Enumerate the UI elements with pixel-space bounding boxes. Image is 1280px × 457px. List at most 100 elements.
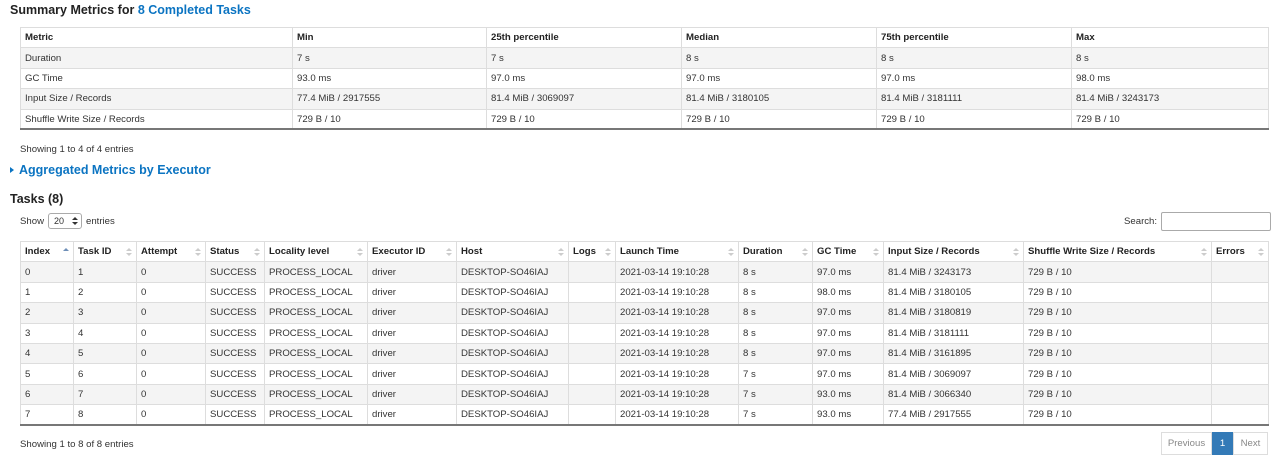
page-1-button[interactable]: 1: [1212, 432, 1233, 455]
task-cell-input-size-records: 81.4 MiB / 3069097: [883, 363, 1024, 385]
completed-tasks-link[interactable]: 8 Completed Tasks: [138, 3, 251, 17]
task-cell-shuffle-write-size-records: 729 B / 10: [1023, 342, 1212, 365]
tasks-col-status[interactable]: Status: [205, 240, 265, 263]
task-cell-errors: [1211, 281, 1269, 304]
task-cell-duration: 8 s: [738, 302, 813, 324]
task-cell-host: DESKTOP-SO46IAJ: [456, 404, 569, 427]
sort-both-icon: [1013, 248, 1019, 256]
summary-col-25th-percentile: 25th percentile: [486, 26, 682, 49]
task-cell-host: DESKTOP-SO46IAJ: [456, 363, 569, 385]
task-cell-duration: 8 s: [738, 261, 813, 283]
task-cell-executor-id: driver: [367, 302, 457, 324]
column-label: Duration: [743, 246, 783, 258]
sort-both-icon: [1201, 248, 1207, 256]
task-cell-launch-time: 2021-03-14 19:10:28: [615, 383, 739, 406]
column-label: Status: [210, 246, 240, 258]
sort-both-icon: [446, 248, 452, 256]
table-row: 6 7 0 SUCCESS PROCESS_LOCAL driver DESKTOP-SO4…: [20, 383, 1269, 406]
previous-page-button[interactable]: Previous: [1161, 432, 1212, 455]
task-cell-attempt: 0: [136, 302, 206, 324]
task-cell-task-id: 5: [73, 342, 137, 365]
summary-cell: 81.4 MiB / 3243173: [1071, 88, 1269, 110]
task-cell-status: SUCCESS: [205, 281, 265, 304]
tasks-col-index[interactable]: Index: [20, 240, 74, 263]
task-cell-gc-time: 97.0 ms: [812, 261, 884, 283]
column-label: Input Size / Records: [888, 246, 980, 258]
table-row: 7 8 0 SUCCESS PROCESS_LOCAL driver DESKTOP-SO4…: [20, 404, 1269, 427]
sort-ascending-icon: [63, 248, 69, 251]
tasks-col-attempt[interactable]: Attempt: [136, 240, 206, 263]
tasks-table-body: 0 1 0 SUCCESS PROCESS_LOCAL driver DESKTOP-SO4…: [20, 261, 1269, 427]
summary-row: Shuffle Write Size / Records 729 B / 10 72…: [20, 108, 1269, 131]
column-label: Shuffle Write Size / Records: [1028, 246, 1156, 258]
tasks-col-gc-time[interactable]: GC Time: [812, 240, 884, 263]
search-control: Search:: [1124, 212, 1272, 231]
task-cell-host: DESKTOP-SO46IAJ: [456, 383, 569, 406]
column-label: Launch Time: [620, 246, 679, 258]
tasks-col-locality-level[interactable]: Locality level: [264, 240, 368, 263]
tasks-col-duration[interactable]: Duration: [738, 240, 813, 263]
task-cell-executor-id: driver: [367, 261, 457, 283]
search-input[interactable]: [1161, 212, 1272, 231]
task-cell-executor-id: driver: [367, 342, 457, 365]
tasks-table: Index Task ID Attempt Status Locality level E…: [20, 240, 1269, 427]
task-cell-gc-time: 97.0 ms: [812, 322, 884, 344]
task-cell-shuffle-write-size-records: 729 B / 10: [1023, 363, 1212, 385]
task-cell-host: DESKTOP-SO46IAJ: [456, 342, 569, 365]
task-cell-shuffle-write-size-records: 729 B / 10: [1023, 281, 1212, 304]
column-label: Executor ID: [372, 246, 426, 258]
tasks-col-executor-id[interactable]: Executor ID: [367, 240, 457, 263]
tasks-col-input-size-records[interactable]: Input Size / Records: [883, 240, 1024, 263]
task-cell-host: DESKTOP-SO46IAJ: [456, 322, 569, 344]
task-cell-gc-time: 93.0 ms: [812, 404, 884, 427]
summary-cell: 729 B / 10: [486, 108, 682, 131]
task-cell-shuffle-write-size-records: 729 B / 10: [1023, 383, 1212, 406]
page-size-select[interactable]: 20: [48, 213, 82, 229]
summary-cell: Duration: [20, 47, 293, 69]
summary-col-75th-percentile: 75th percentile: [876, 26, 1072, 49]
task-cell-task-id: 2: [73, 281, 137, 304]
sort-both-icon: [728, 248, 734, 256]
task-cell-input-size-records: 81.4 MiB / 3180819: [883, 302, 1024, 324]
aggregated-metrics-label: Aggregated Metrics by Executor: [19, 163, 211, 177]
summary-header-row: Metric Min 25th percentile Median 75th perce…: [20, 26, 1269, 49]
stepper-arrows-icon: [72, 217, 78, 225]
column-label: Logs: [573, 246, 596, 258]
task-cell-launch-time: 2021-03-14 19:10:28: [615, 281, 739, 304]
tasks-col-errors[interactable]: Errors: [1211, 240, 1269, 263]
summary-entries-info: Showing 1 to 4 of 4 entries: [20, 144, 134, 155]
column-label: Task ID: [78, 246, 112, 258]
task-cell-index: 2: [20, 302, 74, 324]
task-cell-launch-time: 2021-03-14 19:10:28: [615, 363, 739, 385]
task-cell-task-id: 1: [73, 261, 137, 283]
task-cell-duration: 8 s: [738, 342, 813, 365]
task-cell-index: 5: [20, 363, 74, 385]
task-cell-input-size-records: 81.4 MiB / 3243173: [883, 261, 1024, 283]
task-cell-input-size-records: 81.4 MiB / 3066340: [883, 383, 1024, 406]
task-cell-errors: [1211, 363, 1269, 385]
aggregated-metrics-toggle[interactable]: Aggregated Metrics by Executor: [10, 163, 211, 177]
summary-cell: GC Time: [20, 67, 293, 90]
summary-cell: Shuffle Write Size / Records: [20, 108, 293, 131]
task-cell-locality-level: PROCESS_LOCAL: [264, 404, 368, 427]
next-page-button[interactable]: Next: [1233, 432, 1268, 455]
task-cell-shuffle-write-size-records: 729 B / 10: [1023, 261, 1212, 283]
table-row: 4 5 0 SUCCESS PROCESS_LOCAL driver DESKTOP-SO4…: [20, 342, 1269, 365]
task-cell-logs: [568, 363, 616, 385]
task-cell-locality-level: PROCESS_LOCAL: [264, 363, 368, 385]
summary-cell: 8 s: [1071, 47, 1269, 69]
task-cell-input-size-records: 81.4 MiB / 3161895: [883, 342, 1024, 365]
tasks-col-task-id[interactable]: Task ID: [73, 240, 137, 263]
summary-cell: 97.0 ms: [486, 67, 682, 90]
summary-cell: 8 s: [681, 47, 877, 69]
tasks-col-shuffle-write-size-records[interactable]: Shuffle Write Size / Records: [1023, 240, 1212, 263]
tasks-col-host[interactable]: Host: [456, 240, 569, 263]
tasks-col-launch-time[interactable]: Launch Time: [615, 240, 739, 263]
sort-both-icon: [802, 248, 808, 256]
tasks-col-logs[interactable]: Logs: [568, 240, 616, 263]
summary-metrics-table: Metric Min 25th percentile Median 75th perce…: [20, 26, 1269, 131]
task-cell-status: SUCCESS: [205, 404, 265, 427]
task-cell-duration: 7 s: [738, 363, 813, 385]
task-cell-duration: 8 s: [738, 281, 813, 304]
table-row: 2 3 0 SUCCESS PROCESS_LOCAL driver DESKTOP-SO4…: [20, 302, 1269, 324]
